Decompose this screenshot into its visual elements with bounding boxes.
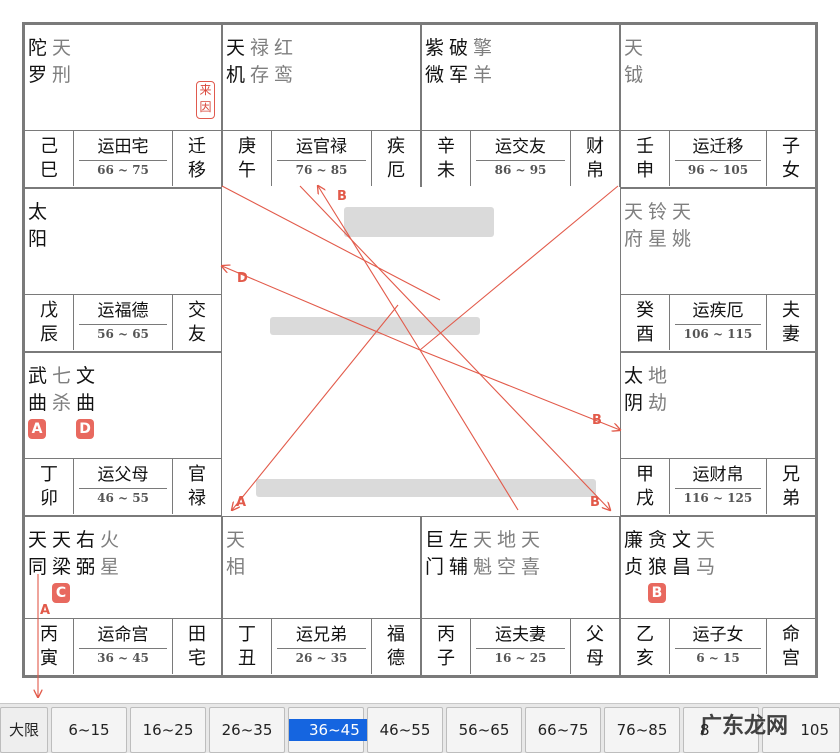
watermark: 广东龙网	[700, 714, 789, 739]
arrow-label-a: A	[236, 495, 246, 510]
daxian-option-selected[interactable]: 36~45	[288, 707, 380, 753]
daxian-option[interactable]: 26~35	[209, 707, 285, 753]
daxian-option[interactable]: 16~25	[130, 707, 206, 753]
arrow-label-b: B	[592, 413, 602, 428]
daxian-option[interactable]: 6~15	[51, 707, 127, 753]
daxian-option[interactable]: 66~75	[525, 707, 601, 753]
arrow-label-b: B	[337, 189, 347, 204]
daxian-option[interactable]: 76~85	[604, 707, 680, 753]
daxian-option[interactable]: 46~55	[367, 707, 443, 753]
sihua-arrows: B D B A B A	[0, 0, 840, 752]
arrow-label-a: A	[40, 603, 50, 618]
daxian-option[interactable]: 56~65	[446, 707, 522, 753]
arrow-label-b: B	[590, 495, 600, 510]
daxian-label: 大限	[0, 707, 48, 753]
arrow-label-d: D	[237, 271, 248, 286]
